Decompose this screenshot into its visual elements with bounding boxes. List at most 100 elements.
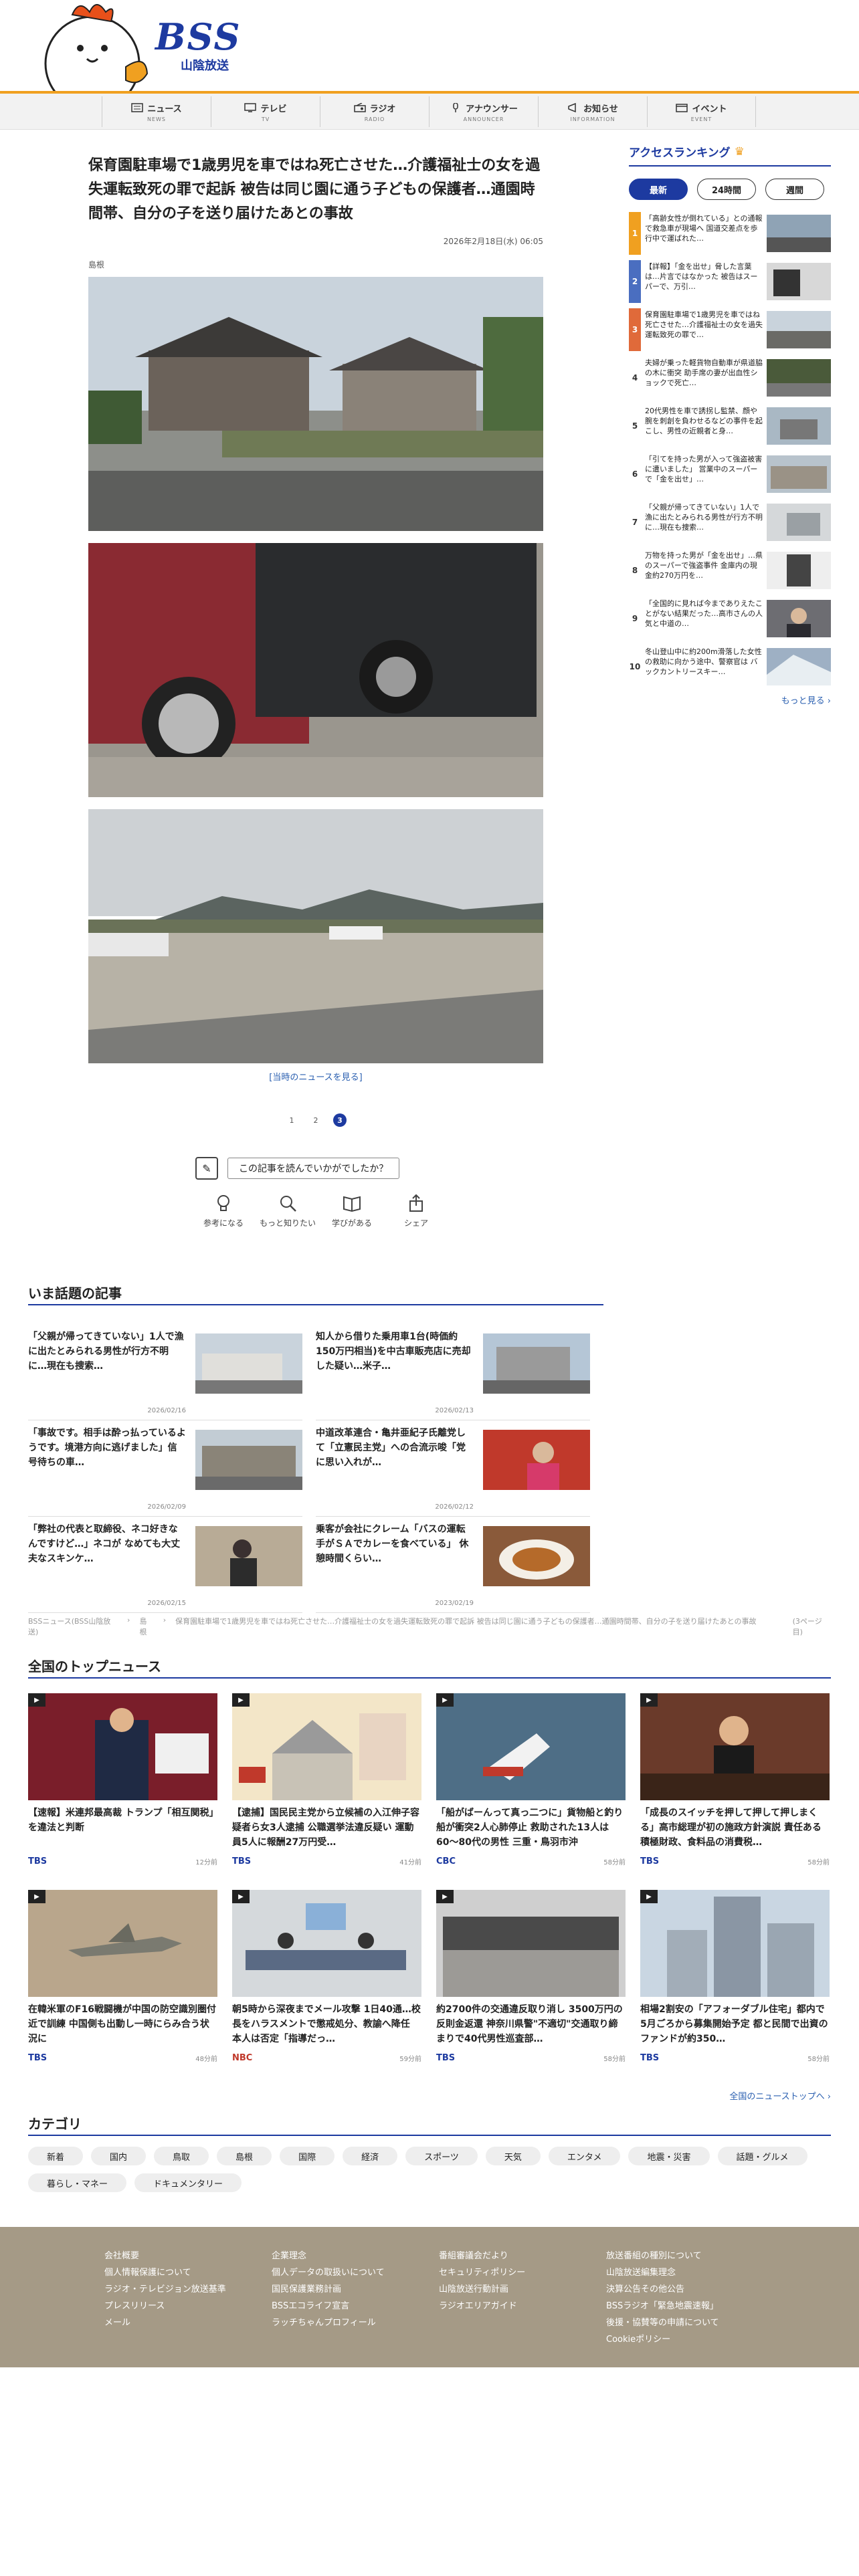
ranking-item[interactable]: 3 保育園駐車場で1歳男児を車ではね死亡させた…介護福祉士の女を過失運転致死の罪で…	[629, 308, 831, 351]
category-pill[interactable]: 国内	[91, 2147, 147, 2165]
category-pill[interactable]: エンタメ	[548, 2147, 621, 2165]
category-pill[interactable]: 島根	[217, 2147, 272, 2165]
category-pill[interactable]: 話題・グルメ	[717, 2147, 807, 2165]
footer-link[interactable]: 会社概要	[104, 2248, 272, 2261]
category-pill[interactable]: 地震・災害	[628, 2147, 710, 2165]
footer-link[interactable]: ラジオエリアガイド	[439, 2298, 606, 2311]
reaction-learning[interactable]: 学びがある	[324, 1193, 380, 1228]
category-pill[interactable]: 経済	[343, 2147, 398, 2165]
video-play-icon: ▶	[232, 1890, 250, 1903]
ranking-item[interactable]: 1 「高齢女性が倒れている」との通報で救急車が現場へ 国道交差点を歩行中で運ばれた…	[629, 212, 831, 255]
category-pill[interactable]: 国際	[280, 2147, 335, 2165]
topic-card[interactable]: 知人から借りた乗用車1台(時価約150万円相当)を中古車販売店に売却した疑い…米…	[316, 1324, 590, 1420]
topic-date: 2026/02/16	[147, 1407, 186, 1414]
ranking-thumbnail	[767, 407, 831, 445]
ranking-text: 20代男性を車で誘拐し監禁、顔や腕を刺創を負わせるなどの事件を起こし、男性の近親…	[645, 407, 763, 435]
page-2[interactable]: 2	[309, 1113, 322, 1127]
category-pill[interactable]: 天気	[485, 2147, 541, 2165]
national-more-link[interactable]: 全国のニューストップへ ›	[630, 2089, 831, 2102]
footer-link[interactable]: 個人情報保護について	[104, 2265, 272, 2278]
footer-link[interactable]: BSSエコライフ宣言	[272, 2298, 439, 2311]
national-news-card[interactable]: ▶ 在韓米軍のF16戦闘機が中国の防空識別圏付近で訓練 中国側も出動し一時にらみ合…	[28, 1890, 217, 2072]
footer-link[interactable]: 後援・協賛等の申請について	[606, 2315, 773, 2328]
footer-link[interactable]: BSSラジオ「緊急地震速報」	[606, 2298, 773, 2311]
site-logo[interactable]: BSS 山陰放送	[155, 19, 241, 74]
footer-link[interactable]: 決算公告その他公告	[606, 2282, 773, 2294]
national-news-card[interactable]: ▶ 「船がばーんって真っ二つに」貨物船と釣り船が衝突2人心肺停止 救助された13人…	[436, 1693, 626, 1875]
ranking-tab-weekly[interactable]: 週間	[765, 179, 824, 200]
topic-title: 「弊社の代表と取締役、ネコ好きなんですけど…」ネコが なめても大丈夫なスキンケ…	[28, 1524, 181, 1564]
nav-tv[interactable]: テレビ TV	[211, 96, 320, 127]
footer-link[interactable]: セキュリティポリシー	[439, 2265, 606, 2278]
article-region-tag[interactable]: 島根	[88, 259, 543, 270]
video-play-icon: ▶	[640, 1693, 658, 1707]
topic-card[interactable]: 「事故です。相手は酔っ払っているようです。境港方向に逃げました」信号待ちの車… 2…	[28, 1420, 302, 1517]
nav-information[interactable]: お知らせ INFORMATION	[538, 96, 647, 127]
national-news-card[interactable]: ▶ 約2700件の交通違反取り消し 3500万円の反則金返還 神奈川県警"不適切"…	[436, 1890, 626, 2072]
category-pill[interactable]: スポーツ	[405, 2147, 478, 2165]
breadcrumb-item[interactable]: 島根	[139, 1616, 153, 1637]
ranking-more-link[interactable]: もっと見る ›	[629, 693, 831, 706]
nav-en-label: RADIO	[364, 116, 385, 122]
topic-card[interactable]: 乗客が会社にクレーム「バスの運転手がＳＡでカレーを食べている」 休憩時間くらい……	[316, 1517, 590, 1613]
footer-link[interactable]: 山陰放送行動計画	[439, 2282, 606, 2294]
page-3-current[interactable]: 3	[333, 1113, 347, 1127]
breadcrumb-item[interactable]: BSSニュース(BSS山陰放送)	[28, 1616, 118, 1637]
nav-radio[interactable]: ラジオ RADIO	[320, 96, 429, 127]
ranking-item[interactable]: 9 「全国的に見れば今までありえたことがない結果だった…高市さんの人気と中道の…	[629, 597, 831, 640]
footer-link[interactable]: ラジオ・テレビジョン放送基準	[104, 2282, 272, 2294]
category-pill[interactable]: 暮らし・マネー	[28, 2173, 127, 2192]
nav-event[interactable]: イベント EVENT	[647, 96, 756, 127]
national-news-card[interactable]: ▶ 【逮捕】国民民主党から立候補の入江伸子容疑者ら女3人逮捕 公職選挙法違反疑い …	[232, 1693, 421, 1875]
site-header: BSS 山陰放送	[0, 0, 859, 94]
footer-link[interactable]: 個人データの取扱いについて	[272, 2265, 439, 2278]
ranking-item[interactable]: 4 夫婦が乗った軽貨物自動車が県道脇の木に衝突 助手席の妻が出血性ショックで死亡…	[629, 356, 831, 399]
access-ranking: アクセスランキング ♛ 最新 24時間 週間 1 「高齢女性が倒れている」との通報で…	[629, 143, 831, 706]
category-pill[interactable]: ドキュメンタリー	[134, 2173, 242, 2192]
news-thumbnail	[232, 1890, 421, 1997]
ranking-tab-24h[interactable]: 24時間	[697, 179, 756, 200]
reaction-label: 参考になる	[203, 1218, 244, 1228]
topic-card[interactable]: 中道改革連合・亀井亜紀子氏離党して「立憲民主党」への合流示唆「党に思い入れが… 2…	[316, 1420, 590, 1517]
ranking-item[interactable]: 7 「父親が帰ってきていない」1人で漁に出たとみられる男性が行方不明に…現在も捜索…	[629, 501, 831, 544]
national-news-card[interactable]: ▶ 相場2割安の「アフォーダブル住宅」都内で5月ごろから募集開始予定 都と民間で出…	[640, 1890, 830, 2072]
footer-column: 番組審議会だより セキュリティポリシー 山陰放送行動計画 ラジオエリアガイド	[439, 2248, 606, 2345]
footer-link[interactable]: 国民保護業務計画	[272, 2282, 439, 2294]
nav-announcer[interactable]: アナウンサー ANNOUNCER	[429, 96, 538, 127]
national-news-card[interactable]: ▶ 「成長のスイッチを押して押して押しまくる」高市総理が初の施政方針演説 責任ある…	[640, 1693, 830, 1875]
footer-link[interactable]: ラッチちゃんプロフィール	[272, 2315, 439, 2328]
footer-link[interactable]: プレスリリース	[104, 2298, 272, 2311]
news-title: 「船がばーんって真っ二つに」貨物船と釣り船が衝突2人心肺停止 救助された13人は…	[436, 1808, 624, 1848]
feedback-button[interactable]: この記事を読んでいかがでしたか？	[227, 1158, 400, 1179]
national-news-card[interactable]: ▶ 朝5時から深夜までメール攻撃 1日40通…校長をハラスメントで懲戒処分、教諭へ…	[232, 1890, 421, 2072]
national-news-card[interactable]: ▶ 【速報】米連邦最高裁 トランプ「相互関税」を違法と判断 TBS 12分前	[28, 1693, 217, 1875]
ranking-item[interactable]: 8 万物を持った男が「金を出せ」…県のスーパーで強盗事件 金庫内の現金約270万円…	[629, 549, 831, 592]
footer-link[interactable]: 山陰放送編集理念	[606, 2265, 773, 2278]
news-thumbnail	[28, 1693, 217, 1800]
topic-card[interactable]: 「弊社の代表と取締役、ネコ好きなんですけど…」ネコが なめても大丈夫なスキンケ……	[28, 1517, 302, 1613]
footer-link[interactable]: 企業理念	[272, 2248, 439, 2261]
news-thumbnail	[436, 1693, 626, 1800]
topic-card[interactable]: 「父親が帰ってきていない」1人で漁に出たとみられる男性が行方不明に…現在も捜索……	[28, 1324, 302, 1420]
footer-link[interactable]: Cookieポリシー	[606, 2332, 773, 2345]
ranking-item[interactable]: 2 【詳報】「金を出せ」脅した言葉は…片言ではなかった 被告はスーパーで、万引…	[629, 260, 831, 303]
ranking-tab-latest[interactable]: 最新	[629, 179, 688, 200]
footer-link[interactable]: 番組審議会だより	[439, 2248, 606, 2261]
reaction-want-more[interactable]: もっと知りたい	[260, 1193, 316, 1228]
nav-en-label: EVENT	[690, 116, 712, 122]
ranking-item[interactable]: 5 20代男性を車で誘拐し監禁、顔や腕を刺創を負わせるなどの事件を起こし、男性の近…	[629, 405, 831, 447]
reaction-share[interactable]: シェア	[388, 1193, 444, 1228]
footer-link[interactable]: 放送番組の種別について	[606, 2248, 773, 2261]
nav-news[interactable]: ニュース NEWS	[102, 96, 211, 127]
reaction-helpful[interactable]: 参考になる	[195, 1193, 252, 1228]
category-pill[interactable]: 鳥取	[154, 2147, 209, 2165]
see-original-news-link[interactable]: [当時のニュースを見る]	[88, 1070, 543, 1083]
page-1[interactable]: 1	[285, 1113, 298, 1127]
ranking-item[interactable]: 10 冬山登山中に約200m滑落した女性の救助に向かう途中、警察官は バックカント…	[629, 645, 831, 688]
category-pill[interactable]: 新着	[28, 2147, 84, 2165]
ranking-item[interactable]: 6 「引てを持った男が入って強盗被害に遭いました」 営業中のスーパーで「金を出せ」…	[629, 453, 831, 496]
ranking-thumbnail	[767, 648, 831, 685]
reaction-label: 学びがある	[331, 1218, 372, 1228]
ranking-number: 2	[629, 260, 641, 303]
footer-link[interactable]: メール	[104, 2315, 272, 2328]
